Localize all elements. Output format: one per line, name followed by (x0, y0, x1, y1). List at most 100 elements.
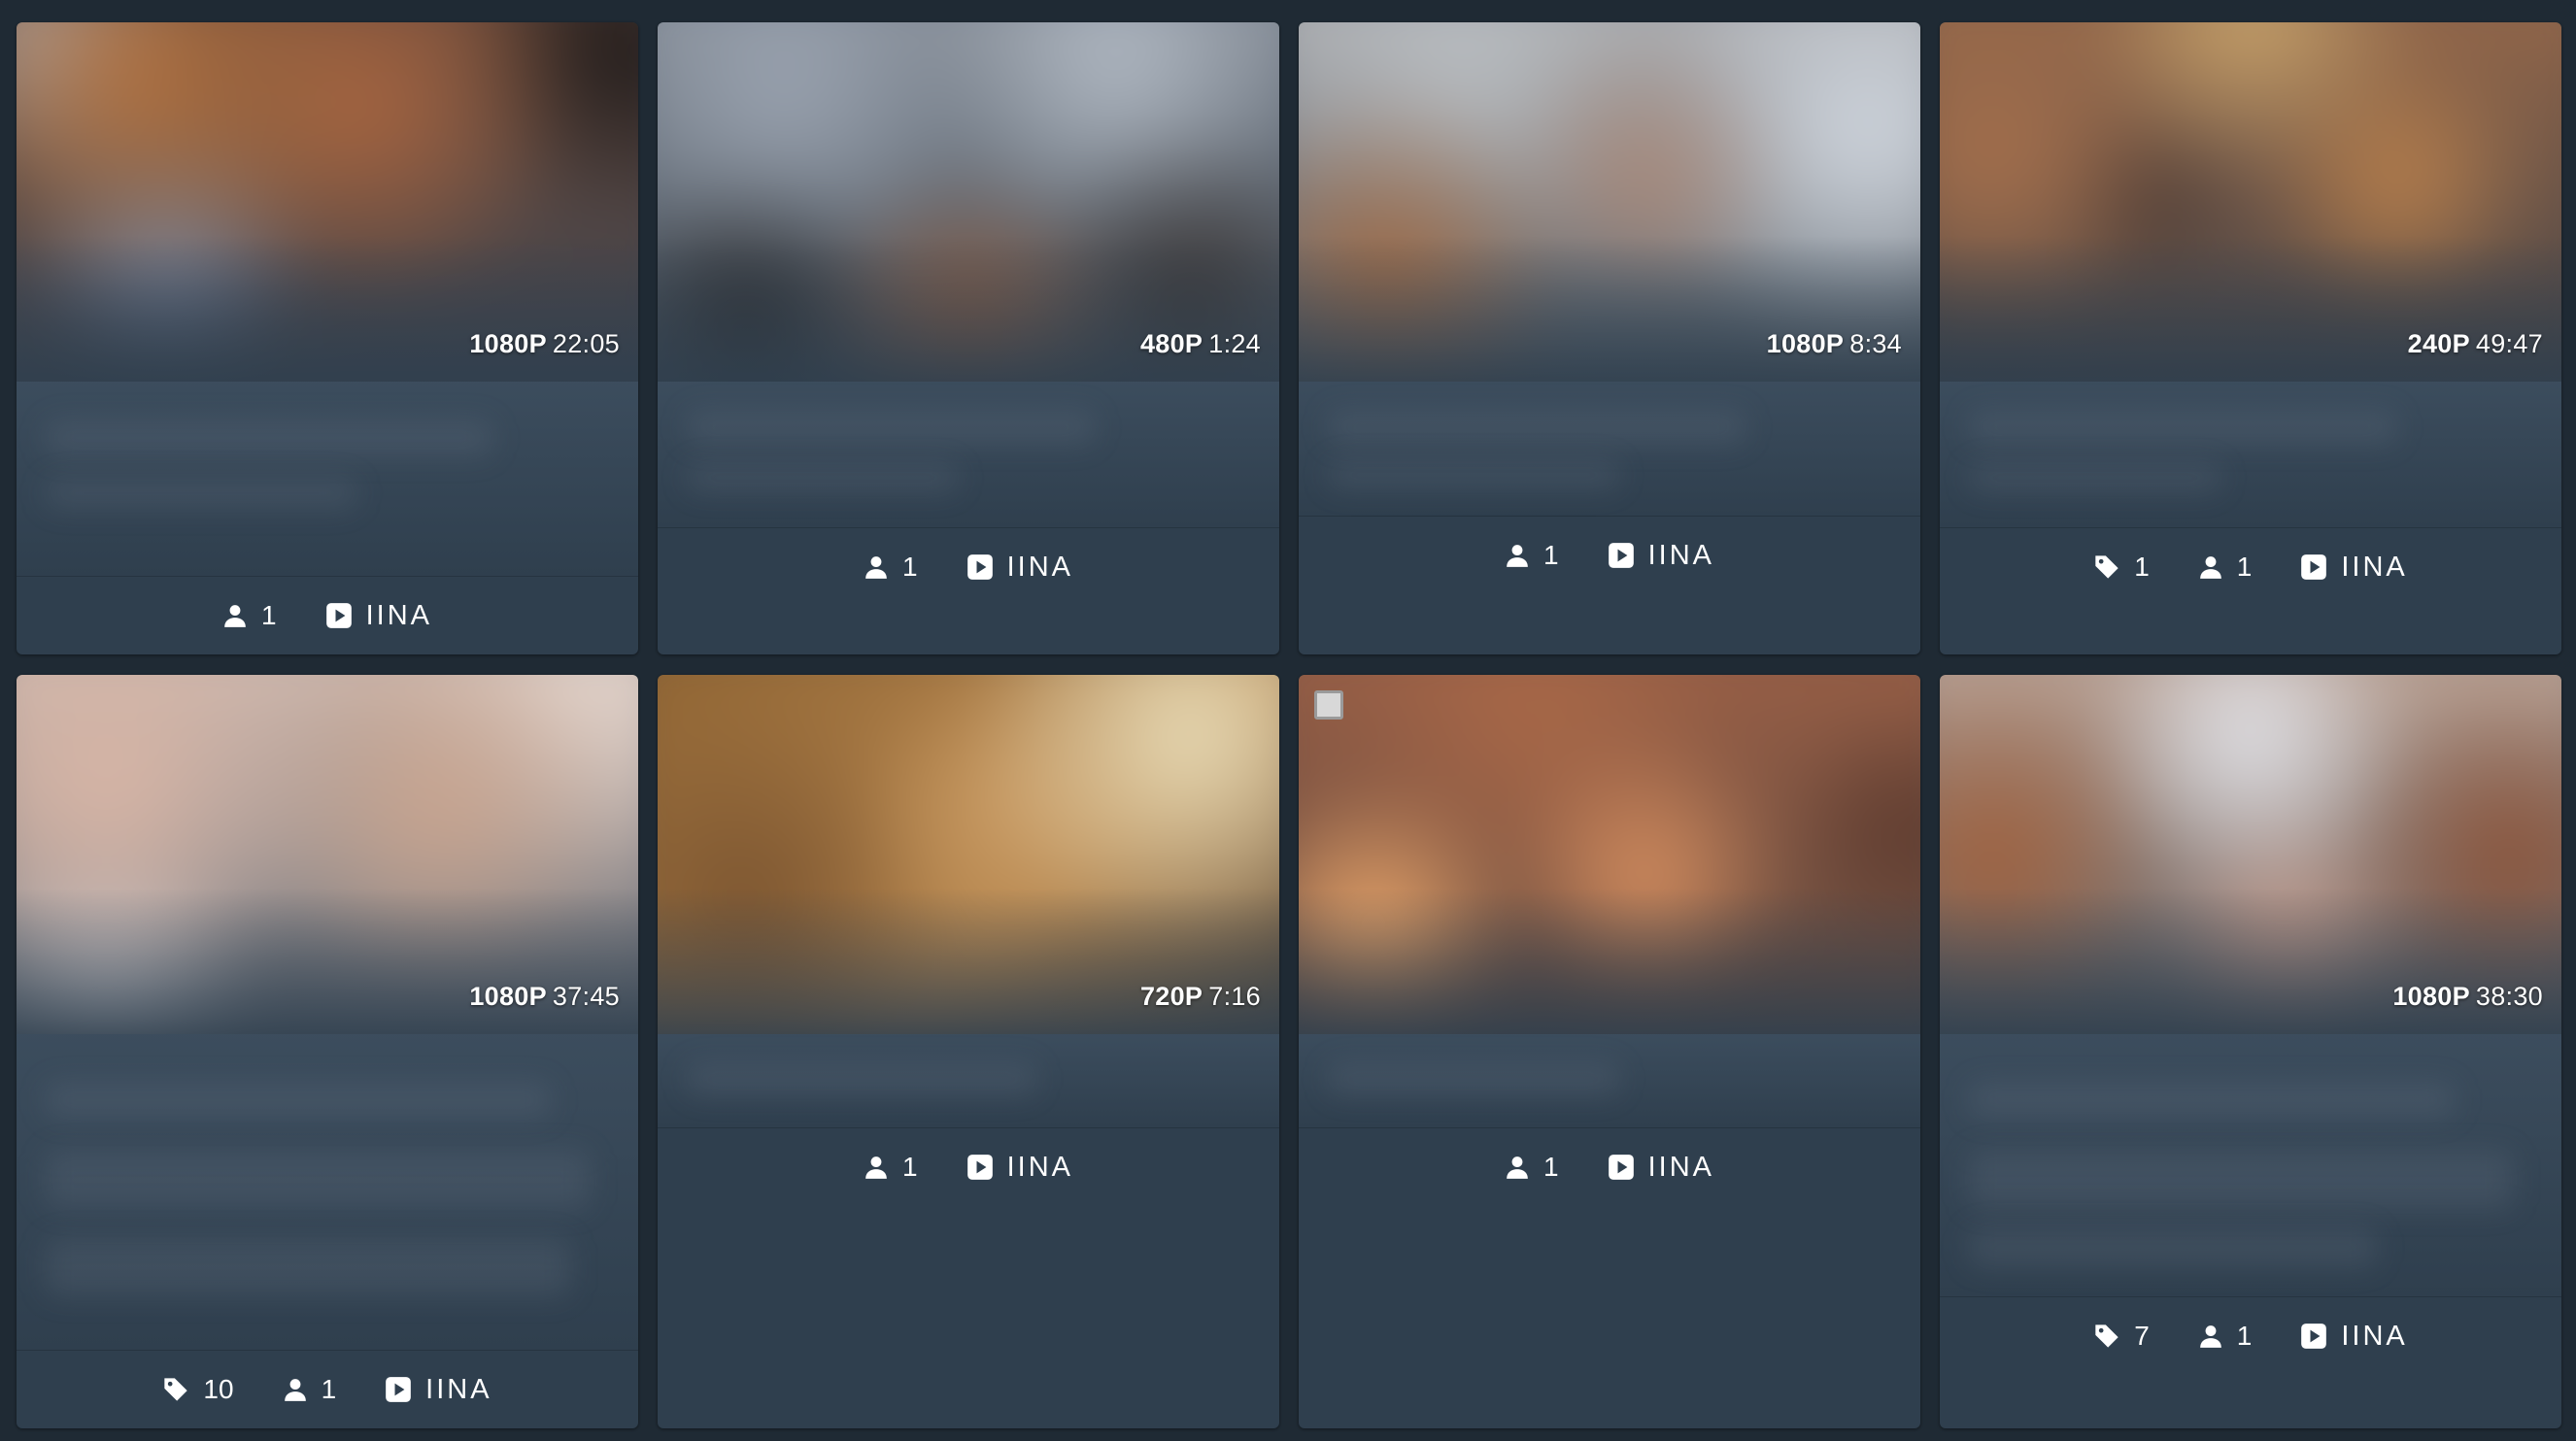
scene-details (658, 1034, 1279, 1127)
scene-thumbnail[interactable]: 1080P 8:34 (1299, 22, 1920, 382)
scene-card[interactable]: 1080P 38:30 7 1 IINA (1940, 675, 2561, 1428)
scene-card[interactable]: 720P 7:16 1 IINA (658, 675, 1279, 1428)
play-box-icon (1608, 543, 1634, 568)
scene-thumbnail[interactable]: 1080P 38:30 (1940, 675, 2561, 1034)
duration-label: 7:16 (1208, 982, 1261, 1011)
resolution-label: 480P (1139, 329, 1203, 358)
studio-label: IINA (2341, 1320, 2408, 1352)
scene-thumbnail[interactable]: 1080P 22:05 (17, 22, 638, 382)
scene-details (17, 382, 638, 576)
card-popovers: 1 IINA (658, 528, 1279, 606)
tag-count: 1 (2134, 552, 2150, 582)
performer-count: 1 (902, 1152, 918, 1182)
tag-icon (2095, 1324, 2118, 1348)
play-box-icon (966, 554, 993, 580)
studio-button[interactable]: IINA (966, 1152, 1073, 1184)
scene-card[interactable]: 1080P 37:45 10 1 IINA (17, 675, 638, 1428)
performer-count: 1 (1543, 540, 1559, 570)
card-popovers: 1 IINA (17, 577, 638, 654)
scene-grid: 1080P 22:05 1 IINA 480P 1:24 1 IINA 1080… (0, 0, 2576, 1441)
performer-count: 1 (2236, 552, 2253, 582)
scene-details (1940, 382, 2561, 527)
duration-label: 22:05 (552, 329, 620, 358)
studio-label: IINA (365, 599, 432, 631)
user-icon (224, 605, 246, 627)
play-box-icon (386, 1377, 411, 1402)
duration-label: 37:45 (552, 982, 620, 1011)
scene-thumbnail[interactable]: 1080P 37:45 (17, 675, 638, 1034)
studio-button[interactable]: IINA (2300, 552, 2407, 584)
resolution-duration-overlay: 480P 1:24 (1140, 329, 1261, 359)
play-box-icon (2301, 554, 2327, 580)
scene-card[interactable]: 1 IINA (1299, 675, 1920, 1428)
studio-label: IINA (2341, 551, 2408, 583)
scene-details (1299, 382, 1920, 516)
studio-button[interactable]: IINA (325, 600, 432, 632)
scene-thumbnail[interactable]: 720P 7:16 (658, 675, 1279, 1034)
play-box-icon (325, 603, 352, 628)
play-box-icon (2301, 1324, 2327, 1349)
user-icon (2199, 556, 2221, 579)
card-popovers: 1 IINA (658, 1128, 1279, 1206)
scene-details (17, 1034, 638, 1350)
performer-count-button[interactable]: 1 (2198, 552, 2253, 583)
duration-label: 8:34 (1849, 329, 1902, 358)
tag-count-button[interactable]: 1 (2093, 552, 2150, 583)
card-popovers: 10 1 IINA (17, 1351, 638, 1428)
performer-count-button[interactable]: 1 (2198, 1321, 2253, 1352)
user-icon (1507, 1156, 1528, 1179)
duration-label: 1:24 (1208, 329, 1261, 358)
tag-count-button[interactable]: 10 (162, 1374, 234, 1405)
performer-count: 1 (2236, 1321, 2253, 1351)
tag-count-button[interactable]: 7 (2093, 1321, 2150, 1352)
studio-button[interactable]: IINA (1608, 1152, 1714, 1184)
scene-card[interactable]: 1080P 8:34 1 IINA (1299, 22, 1920, 654)
tag-icon (164, 1378, 188, 1401)
scene-details (658, 382, 1279, 527)
user-icon (2199, 1325, 2221, 1348)
scene-thumbnail[interactable] (1299, 675, 1920, 1034)
studio-label: IINA (1647, 1151, 1714, 1183)
tag-count: 7 (2134, 1321, 2150, 1351)
resolution-label: 1080P (469, 982, 547, 1011)
scene-card[interactable]: 240P 49:47 1 1 IINA (1940, 22, 2561, 654)
scene-thumbnail[interactable]: 240P 49:47 (1940, 22, 2561, 382)
resolution-label: 240P (2407, 329, 2470, 358)
tag-icon (2095, 555, 2118, 579)
performer-count: 1 (1543, 1152, 1559, 1182)
user-icon (865, 556, 887, 579)
resolution-label: 720P (1139, 982, 1203, 1011)
resolution-duration-overlay: 240P 49:47 (2408, 329, 2543, 359)
performer-count-button[interactable]: 1 (864, 1152, 918, 1183)
resolution-duration-overlay: 1080P 38:30 (2392, 982, 2543, 1012)
card-popovers: 1 IINA (1299, 517, 1920, 594)
resolution-label: 1080P (2392, 982, 2470, 1011)
resolution-duration-overlay: 720P 7:16 (1140, 982, 1261, 1012)
play-box-icon (966, 1155, 993, 1180)
scene-thumbnail[interactable]: 480P 1:24 (658, 22, 1279, 382)
scene-card[interactable]: 480P 1:24 1 IINA (658, 22, 1279, 654)
performer-count-button[interactable]: 1 (1505, 540, 1559, 571)
studio-label: IINA (425, 1373, 492, 1405)
card-popovers: 1 1 IINA (1940, 528, 2561, 606)
duration-label: 38:30 (2475, 982, 2543, 1011)
performer-count-button[interactable]: 1 (283, 1374, 336, 1405)
scene-card[interactable]: 1080P 22:05 1 IINA (17, 22, 638, 654)
performer-count-button[interactable]: 1 (222, 600, 277, 631)
studio-label: IINA (1647, 539, 1714, 571)
performer-count: 1 (902, 552, 918, 582)
performer-count: 1 (261, 600, 277, 630)
select-checkbox[interactable] (1314, 690, 1343, 720)
play-box-icon (1608, 1155, 1634, 1180)
performer-count-button[interactable]: 1 (864, 552, 918, 583)
scene-details (1940, 1034, 2561, 1296)
performer-count-button[interactable]: 1 (1505, 1152, 1559, 1183)
studio-label: IINA (1006, 1151, 1073, 1183)
studio-button[interactable]: IINA (1608, 540, 1714, 572)
user-icon (1507, 545, 1528, 567)
resolution-label: 1080P (1766, 329, 1845, 358)
user-icon (284, 1379, 306, 1401)
studio-button[interactable]: IINA (966, 552, 1073, 584)
studio-button[interactable]: IINA (2300, 1321, 2407, 1353)
studio-button[interactable]: IINA (385, 1374, 491, 1406)
